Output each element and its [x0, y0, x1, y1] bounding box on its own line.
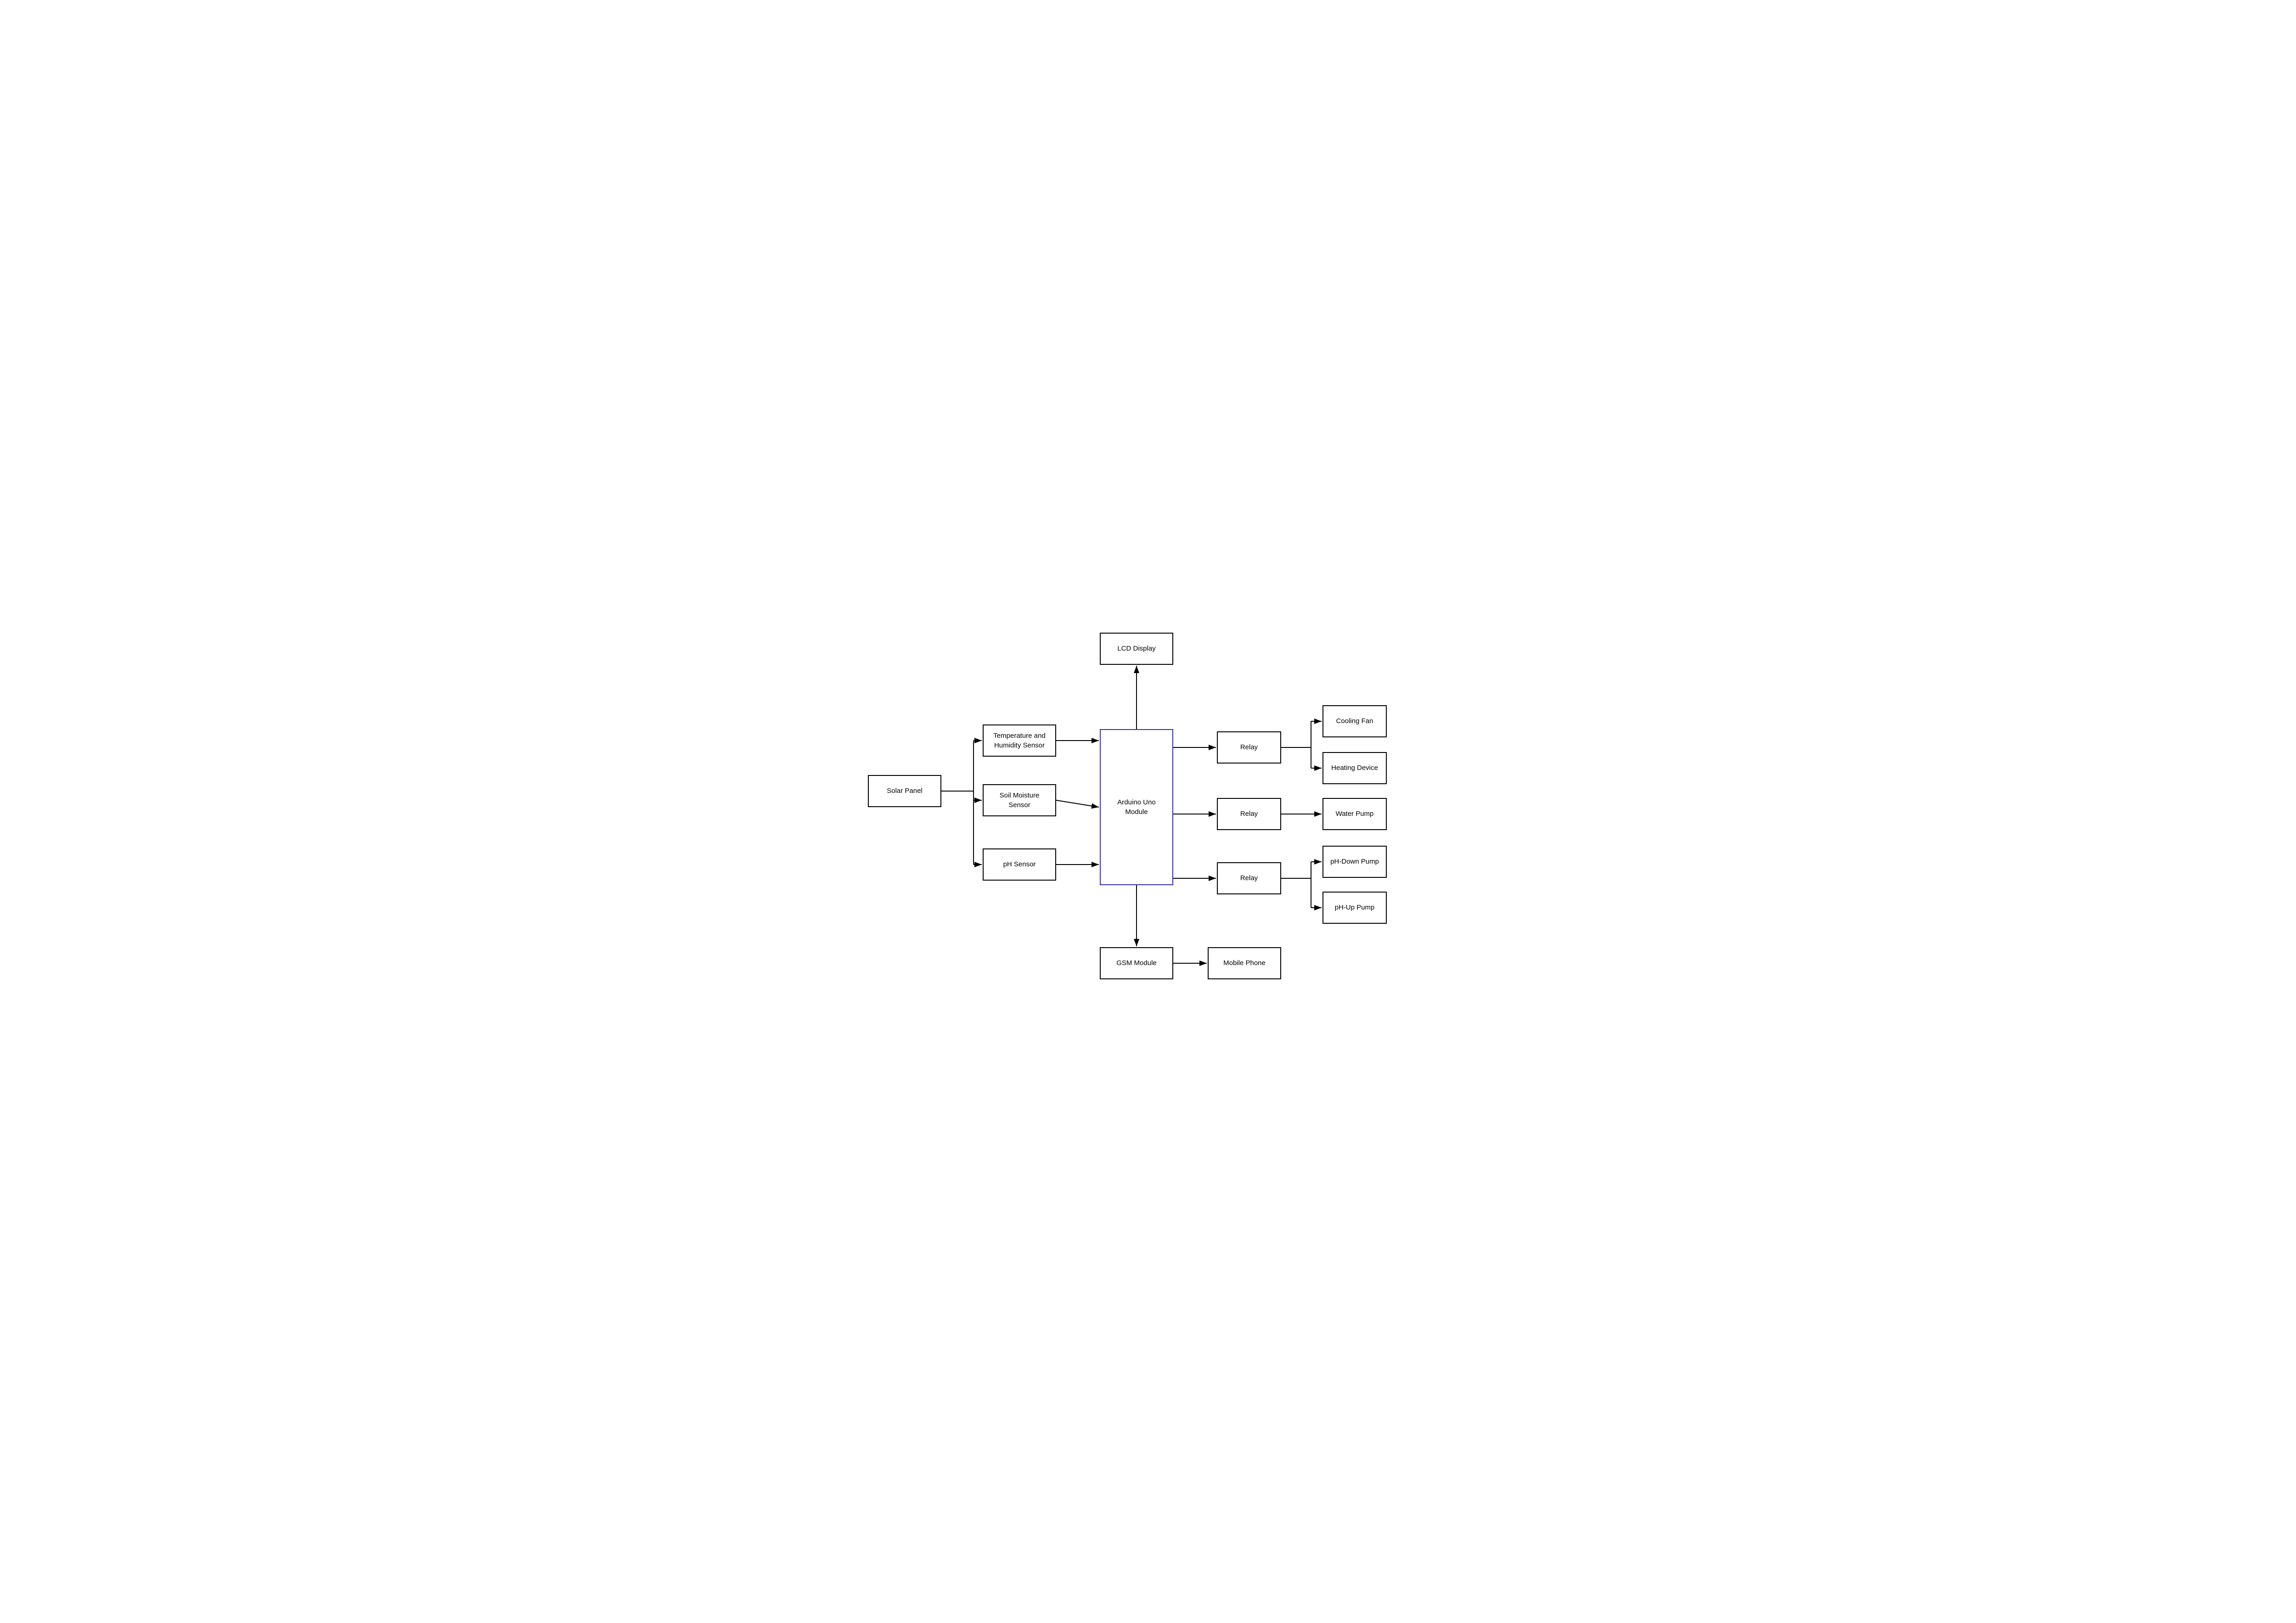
relay1-label: Relay	[1240, 742, 1258, 752]
relay3-block: Relay	[1217, 862, 1281, 894]
water-pump-block: Water Pump	[1322, 798, 1387, 830]
arduino-block: Arduino UnoModule	[1100, 729, 1173, 885]
temp-humidity-label: Temperature andHumidity Sensor	[993, 731, 1045, 750]
relay3-label: Relay	[1240, 873, 1258, 883]
lcd-label: LCD Display	[1117, 644, 1155, 653]
solar-panel-label: Solar Panel	[887, 786, 923, 796]
ph-up-block: pH-Up Pump	[1322, 892, 1387, 924]
relay1-block: Relay	[1217, 731, 1281, 764]
soil-moisture-block: Soil MoistureSensor	[983, 784, 1056, 816]
relay2-block: Relay	[1217, 798, 1281, 830]
ph-down-block: pH-Down Pump	[1322, 846, 1387, 878]
ph-down-label: pH-Down Pump	[1330, 857, 1379, 866]
ph-sensor-block: pH Sensor	[983, 848, 1056, 881]
mobile-block: Mobile Phone	[1208, 947, 1281, 979]
lcd-block: LCD Display	[1100, 633, 1173, 665]
heating-device-label: Heating Device	[1331, 763, 1378, 773]
gsm-block: GSM Module	[1100, 947, 1173, 979]
arduino-label: Arduino UnoModule	[1117, 797, 1155, 817]
diagram-container: Solar Panel Temperature andHumidity Sens…	[850, 605, 1446, 1018]
ph-sensor-label: pH Sensor	[1003, 859, 1036, 869]
water-pump-label: Water Pump	[1336, 809, 1374, 819]
solar-panel-block: Solar Panel	[868, 775, 941, 807]
cooling-fan-label: Cooling Fan	[1336, 716, 1373, 726]
mobile-label: Mobile Phone	[1223, 958, 1266, 968]
ph-up-label: pH-Up Pump	[1335, 903, 1375, 912]
cooling-fan-block: Cooling Fan	[1322, 705, 1387, 737]
heating-device-block: Heating Device	[1322, 752, 1387, 784]
relay2-label: Relay	[1240, 809, 1258, 819]
gsm-label: GSM Module	[1116, 958, 1157, 968]
soil-moisture-label: Soil MoistureSensor	[1000, 791, 1040, 810]
temp-humidity-block: Temperature andHumidity Sensor	[983, 724, 1056, 757]
